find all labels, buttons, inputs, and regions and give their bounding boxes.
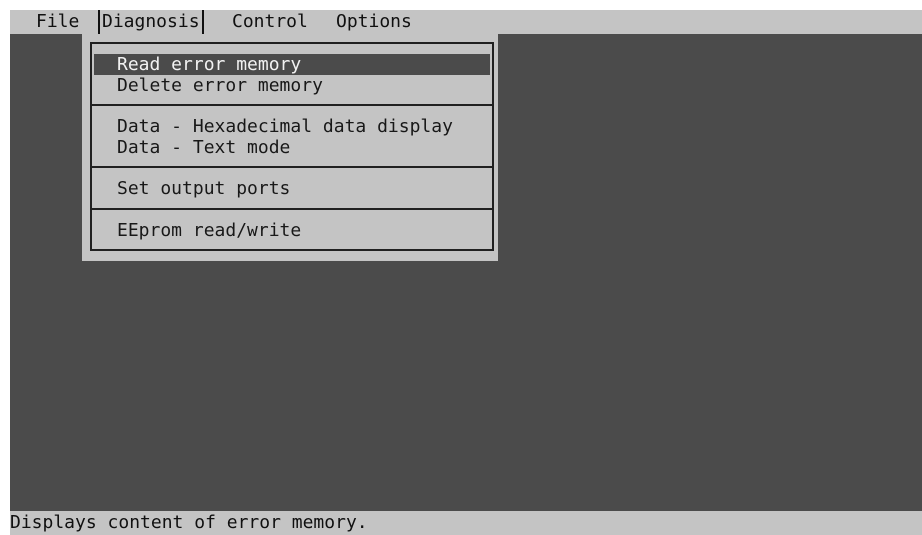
menu-item-eeprom-read-write[interactable]: EEprom read/write <box>94 220 490 241</box>
menu-separator <box>92 166 492 168</box>
diagnosis-dropdown-menu: Read error memory Delete error memory Da… <box>82 34 498 261</box>
status-bar: Displays content of error memory. <box>10 511 922 535</box>
menu-file[interactable]: File <box>36 10 79 34</box>
menu-separator <box>92 208 492 210</box>
menu-diagnosis[interactable]: Diagnosis <box>98 10 204 34</box>
menu-separator <box>92 104 492 106</box>
menu-item-set-output-ports[interactable]: Set output ports <box>94 178 490 199</box>
menu-item-text-mode[interactable]: Data - Text mode <box>94 137 490 158</box>
dropdown-frame: Read error memory Delete error memory Da… <box>90 42 494 251</box>
menu-options[interactable]: Options <box>336 10 412 34</box>
dos-screen: File Diagnosis Control Options Read erro… <box>10 10 922 535</box>
menu-control[interactable]: Control <box>232 10 308 34</box>
menu-item-read-error-memory[interactable]: Read error memory <box>94 54 490 75</box>
menu-item-hex-data-display[interactable]: Data - Hexadecimal data display <box>94 116 490 137</box>
menu-item-delete-error-memory[interactable]: Delete error memory <box>94 75 490 96</box>
menu-bar: File Diagnosis Control Options <box>10 10 922 34</box>
